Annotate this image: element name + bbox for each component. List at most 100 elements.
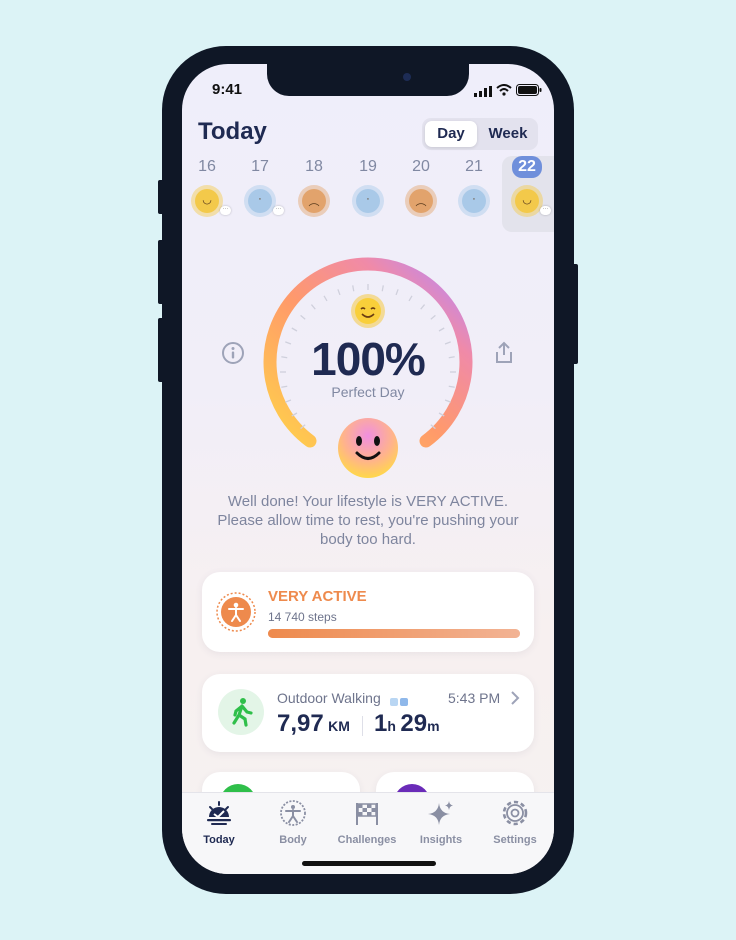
day-item-22[interactable]: 22 ◡ ··· [504,156,551,217]
mood-calm-icon: · [351,184,385,218]
day-item-18[interactable]: 18 ︵ [291,156,337,217]
tab-label: Today [203,834,235,846]
day-number: 20 [398,156,444,178]
camera [403,73,411,81]
divider [362,716,363,736]
score-label: Perfect Day [331,384,405,400]
day-number-text: 20 [412,158,430,175]
chevron-right-icon[interactable] [510,690,520,711]
notch [267,64,469,96]
tab-body[interactable]: Body [256,799,330,846]
gear-icon [502,800,528,826]
duration-hours: 1 [374,710,388,737]
mood-happy-icon: ◡ ··· [190,184,231,218]
day-week-toggle: Day Week [422,118,538,150]
mood-smile-icon [338,418,398,478]
tab-label: Challenges [337,834,397,846]
note-bubble-icon: ··· [273,206,284,215]
body-icon [280,800,306,826]
day-number-text: 16 [198,158,216,175]
page-title: Today [198,118,267,145]
workout-time: 5:43 PM [448,690,501,706]
gauge-tick [285,399,292,403]
mood-grumpy-icon: ︵ [297,184,331,218]
workout-duration: 1h 29m [374,710,440,738]
minutes-unit: m [427,718,440,734]
note-bubble-icon: ··· [540,206,551,215]
gauge-tick [352,285,355,292]
home-indicator [302,861,436,866]
day-item-19[interactable]: 19 · [345,156,391,217]
day-number: 22 [504,156,550,178]
day-number-text: 22 [512,156,542,178]
app-screen: 9:41 Today Day Week 16 ◡ ··· 17 · ··· 18 ︵ 19 · 20… [182,64,554,874]
activity-level-card[interactable]: VERY ACTIVE 14 740 steps [202,572,534,652]
mood-calm-icon: · [457,184,491,218]
workout-distance: 7,97 KM [277,710,350,738]
wifi-icon [496,83,512,101]
walking-icon [218,689,264,735]
day-item-16[interactable]: 16 ◡ ··· [184,156,231,217]
volume-up-button [158,240,164,304]
gauge-tick [337,289,341,296]
gauge-tick [300,314,306,320]
activity-level: VERY ACTIVE [268,588,367,605]
workout-card[interactable]: Outdoor Walking 5:43 PM 7,97 KM 1h 29m [202,674,534,752]
steps-progress-fill [268,629,520,638]
tab-insights[interactable]: Insights [404,799,478,846]
flag-icon [356,803,378,825]
distance-value: 7,97 [277,710,324,737]
day-number: 16 [184,156,230,178]
tab-challenges[interactable]: Challenges [330,799,404,846]
day-item-21[interactable]: 21 · [451,156,497,217]
sun-happy-icon [349,292,387,330]
gauge-tick [408,295,413,302]
hours-unit: h [387,718,396,734]
day-number: 18 [291,156,337,178]
day-item-17[interactable]: 17 · ··· [237,156,284,217]
duration-minutes: 29 [400,710,428,737]
mood-grumpy-icon: ︵ [404,184,438,218]
activity-person-icon [216,592,256,632]
steps-progress-track [268,629,520,638]
day-number: 19 [345,156,391,178]
day-number-text: 17 [251,158,269,175]
day-number: 17 [237,156,283,178]
sunrise-icon [207,801,231,825]
day-number-text: 18 [305,158,323,175]
distance-unit: KM [328,718,350,734]
day-number-text: 19 [359,158,377,175]
gauge-tick [381,285,384,292]
gauge-tick [430,314,436,320]
day-number: 21 [451,156,497,178]
gauge-tick [323,295,328,302]
mood-calm-icon: · ··· [243,184,284,218]
gauge-tick [444,399,451,403]
lifestyle-message: Well done! Your lifestyle is VERY ACTIVE… [217,493,519,548]
signal-icon [474,84,492,102]
status-time: 9:41 [212,81,243,98]
tab-label: Insights [419,834,463,846]
workout-name: Outdoor Walking [277,690,381,706]
gauge-tick [310,304,316,310]
tab-label: Body [279,834,307,846]
score-value: 100% [311,333,426,385]
tab-label: Settings [493,834,537,846]
tab-today[interactable]: Today [182,799,256,846]
tab-settings[interactable]: Settings [478,799,552,846]
day-item-20[interactable]: 20 ︵ [398,156,444,217]
sparkle-icon [428,801,453,825]
gauge-tick [438,327,445,332]
gauge-tick [395,289,399,296]
note-bubble-icon: ··· [220,206,231,215]
gauge-tick [420,304,426,310]
battery-icon [516,83,542,101]
mood-happy-icon: ◡ ··· [510,184,551,218]
mute-button [158,180,164,214]
power-button [572,264,578,364]
gauge-tick [291,327,298,332]
toggle-day-button[interactable]: Day [425,121,477,147]
toggle-week-button[interactable]: Week [480,121,536,147]
volume-down-button [158,318,164,382]
step-count: 14 740 steps [268,610,337,624]
